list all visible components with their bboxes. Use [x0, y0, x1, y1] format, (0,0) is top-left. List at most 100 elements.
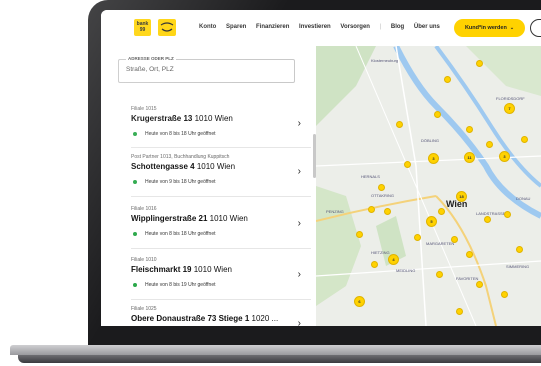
main-nav: Konto Sparen Finanzieren Investieren Vor…	[199, 24, 448, 30]
branch-hours: Heute von 9 bis 18 Uhr geöffnet	[131, 179, 311, 185]
branch-list-panel: ADRESSE ODER PLZ Straße, Ort, PLZ Filial…	[101, 46, 316, 326]
branch-list-item[interactable]: Filiale 1016 Wipplingerstraße 21 1010 Wi…	[131, 206, 311, 237]
map-label-meidling: MEIDLING	[396, 268, 416, 273]
list-divider	[131, 196, 311, 197]
branch-hours: Heute von 8 bis 19 Uhr geöffnet	[131, 282, 311, 288]
chevron-right-icon[interactable]: ›	[298, 118, 301, 129]
map-cluster-pin[interactable]: 11	[464, 152, 475, 163]
address-search-input[interactable]: Straße, Ort, PLZ	[126, 66, 174, 73]
map-label-hietzing: HIETZING	[371, 250, 390, 255]
address-search-label: ADRESSE ODER PLZ	[126, 56, 176, 61]
map-branch-pin[interactable]	[368, 206, 375, 213]
branch-map[interactable]: Klosterneuburg FLORIDSDORF DÖBLING HERNA…	[316, 46, 541, 326]
map-label-favoriten: FAVORITEN	[456, 276, 479, 281]
branch-list-item[interactable]: Filiale 1010 Fleischmarkt 19 1010 Wien H…	[131, 257, 311, 288]
become-customer-label: Kund*in werden	[464, 25, 507, 31]
map-branch-pin[interactable]	[504, 211, 511, 218]
chevron-right-icon[interactable]: ›	[298, 218, 301, 229]
branch-label: Filiale 1010	[131, 257, 157, 263]
address-search-field[interactable]: ADRESSE ODER PLZ Straße, Ort, PLZ	[118, 56, 295, 83]
chevron-right-icon[interactable]: ›	[298, 166, 301, 177]
bank99-logo[interactable]: bank 99	[134, 19, 151, 36]
map-branch-pin[interactable]	[444, 76, 451, 83]
map-cluster-pin[interactable]: 7	[504, 103, 515, 114]
chevron-down-icon: ⌄	[509, 25, 515, 31]
branch-label: Filiale 1025	[131, 306, 157, 312]
map-label-hernals: HERNALS	[361, 174, 380, 179]
branch-label: Filiale 1016	[131, 206, 157, 212]
laptop-base	[0, 345, 541, 366]
nav-vorsorgen[interactable]: Vorsorgen	[340, 24, 370, 30]
map-branch-pin[interactable]	[404, 161, 411, 168]
branch-hours-text: Heute von 8 bis 18 Uhr geöffnet	[145, 231, 216, 237]
map-branch-pin[interactable]	[371, 261, 378, 268]
branch-label: Filiale 1015	[131, 106, 157, 112]
branch-city: 1020 ...	[251, 314, 279, 323]
map-branch-pin[interactable]	[451, 236, 458, 243]
map-cluster-pin[interactable]: 5	[426, 216, 437, 227]
open-status-dot-icon	[133, 283, 137, 287]
map-branch-pin[interactable]	[456, 308, 463, 315]
branch-label: Post Partner 1013, Buchhandlung Kuppitsc…	[131, 154, 230, 160]
header-search-button[interactable]	[530, 19, 541, 37]
map-label-floridsdorf: FLORIDSDORF	[496, 96, 525, 101]
map-branch-pin[interactable]	[384, 208, 391, 215]
map-branch-pin[interactable]	[436, 271, 443, 278]
open-status-dot-icon	[133, 232, 137, 236]
branch-list-item[interactable]: Filiale 1025 Obere Donaustraße 73 Stiege…	[131, 306, 311, 326]
map-branch-pin[interactable]	[476, 60, 483, 67]
map-branch-pin[interactable]	[378, 184, 385, 191]
map-label-doebling: DÖBLING	[421, 138, 440, 143]
nav-finanzieren[interactable]: Finanzieren	[256, 24, 289, 30]
list-divider	[131, 147, 311, 148]
map-branch-pin[interactable]	[484, 216, 491, 223]
map-cluster-pin[interactable]: 3	[428, 153, 439, 164]
become-customer-button[interactable]: Kund*in werden ⌄	[454, 19, 525, 37]
nav-ueber-uns[interactable]: Über uns	[414, 24, 440, 30]
branch-address: Fleischmarkt 19 1010 Wien	[131, 265, 311, 274]
map-branch-pin[interactable]	[396, 121, 403, 128]
map-branch-pin[interactable]	[516, 246, 523, 253]
nav-konto[interactable]: Konto	[199, 24, 216, 30]
map-cluster-pin[interactable]: 18	[456, 191, 467, 202]
map-branch-pin[interactable]	[356, 231, 363, 238]
map-label-donaustadt: DONAU	[516, 196, 531, 201]
map-branch-pin[interactable]	[466, 251, 473, 258]
list-divider	[131, 299, 311, 300]
branch-address: Krugerstraße 13 1010 Wien	[131, 114, 311, 123]
map-branch-pin[interactable]	[486, 141, 493, 148]
branch-city: 1010 Wien	[196, 162, 236, 171]
map-branch-pin[interactable]	[438, 208, 445, 215]
chevron-right-icon[interactable]: ›	[298, 269, 301, 280]
map-branch-pin[interactable]	[501, 291, 508, 298]
map-branch-pin[interactable]	[434, 111, 441, 118]
nav-separator: |	[379, 24, 382, 30]
branch-street: Wipplingerstraße 21	[131, 214, 208, 223]
map-cluster-pin[interactable]: 6	[354, 296, 365, 307]
map-branch-pin[interactable]	[476, 281, 483, 288]
laptop-base-bottom	[18, 355, 541, 363]
branch-hours: Heute von 8 bis 18 Uhr geöffnet	[131, 231, 311, 237]
branch-city: 1010 Wien	[193, 265, 232, 274]
branch-city: 1010 Wien	[209, 214, 248, 223]
map-branch-pin[interactable]	[521, 136, 528, 143]
map-branch-pin[interactable]	[414, 234, 421, 241]
open-status-dot-icon	[133, 132, 137, 136]
nav-investieren[interactable]: Investieren	[299, 24, 331, 30]
branch-address: Wipplingerstraße 21 1010 Wien	[131, 214, 311, 223]
map-cluster-pin[interactable]: 4	[388, 254, 399, 265]
list-divider	[131, 248, 311, 249]
nav-blog[interactable]: Blog	[391, 24, 404, 30]
map-base	[316, 46, 541, 326]
map-cluster-pin[interactable]: 3	[499, 151, 510, 162]
branch-list-item[interactable]: Filiale 1015 Krugerstraße 13 1010 Wien H…	[131, 106, 311, 137]
nav-sparen[interactable]: Sparen	[226, 24, 246, 30]
open-status-dot-icon	[133, 180, 137, 184]
map-label-penzing: PENZING	[326, 209, 344, 214]
post-horn-logo-icon[interactable]	[158, 19, 176, 36]
site-header: bank 99 Konto Sparen Finanzieren Investi…	[101, 10, 541, 47]
map-branch-pin[interactable]	[466, 126, 473, 133]
branch-street: Krugerstraße 13	[131, 114, 193, 123]
chevron-right-icon[interactable]: ›	[298, 318, 301, 326]
branch-list-item[interactable]: Post Partner 1013, Buchhandlung Kuppitsc…	[131, 154, 311, 185]
